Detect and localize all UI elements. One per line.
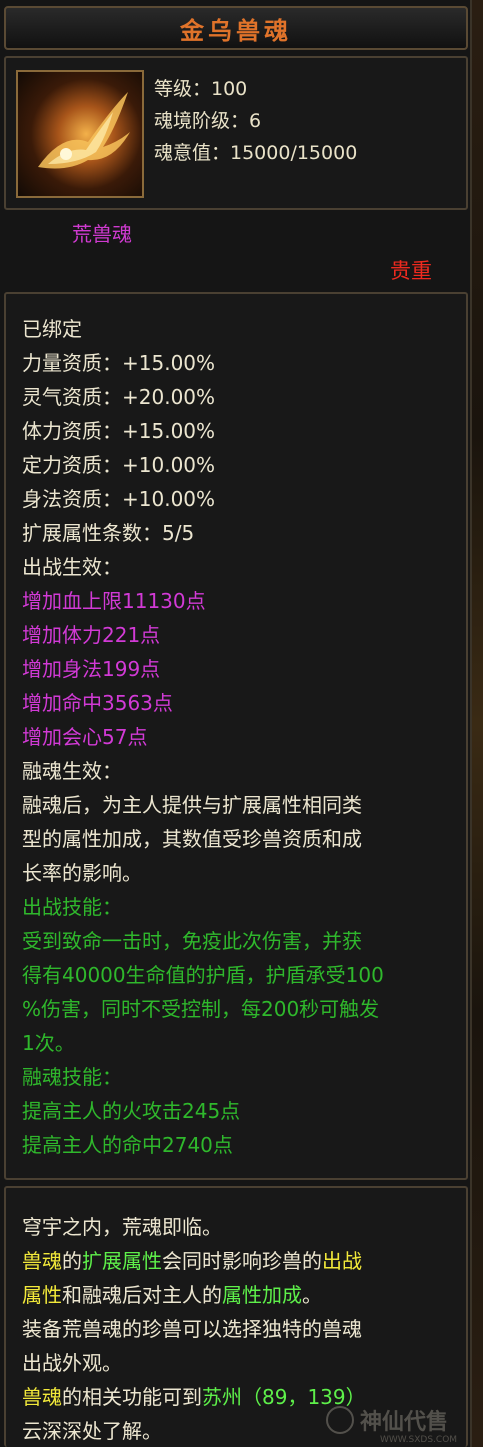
battle-skill-desc: 1次。 — [22, 1031, 75, 1055]
desc-line: 属性和融魂后对主人的属性加成。 — [22, 1280, 322, 1310]
watermark-text: 神仙代售 — [360, 1410, 449, 1435]
fuse-skill-line: 提高主人的火攻击245点 — [22, 1099, 241, 1123]
watermark-url: WWW.SXDS.COM — [380, 1435, 458, 1445]
desc-line: 兽魂的相关功能可到苏州（89，139） — [22, 1382, 366, 1412]
fuse-effect-desc: 型的属性加成，其数值受珍兽资质和成 — [22, 827, 362, 851]
level-text: 等级：100 — [154, 78, 248, 100]
strength-aptitude: 力量资质：+15.00% — [22, 351, 216, 375]
battle-skill-desc: 受到致命一击时，免疫此次伤害，并获 — [22, 929, 362, 953]
battle-effect-line: 增加会心57点 — [22, 725, 148, 749]
battle-effect-line: 增加体力221点 — [22, 623, 161, 647]
fuse-effect-desc: 融魂后，为主人提供与扩展属性相同类 — [22, 793, 362, 817]
title-bar: 金乌兽魂 — [4, 6, 468, 50]
desc-highlight: 属性 — [22, 1283, 62, 1307]
desc-line: 装备荒兽魂的珍兽可以选择独特的兽魂 — [22, 1317, 362, 1341]
battle-skill-desc: %伤害，同时不受控制，每200秒可触发 — [22, 997, 380, 1021]
desc-text: 的相关功能可到 — [62, 1385, 202, 1409]
soul-value-text: 魂意值：15000/15000 — [154, 142, 358, 164]
bound-status: 已绑定 — [22, 317, 82, 341]
desc-text: 的 — [62, 1249, 82, 1273]
battle-effect-title: 出战生效： — [22, 555, 122, 579]
item-header-panel: 等级：100 魂境阶级：6 魂意值：15000/15000 — [4, 56, 468, 210]
desc-text: 会同时影响珍兽的 — [162, 1249, 322, 1273]
desc-line: 云深深处了解。 — [22, 1419, 162, 1443]
extension-count: 扩展属性条数：5/5 — [22, 521, 195, 545]
battle-effect-line: 增加血上限11130点 — [22, 589, 206, 613]
desc-line: 兽魂的扩展属性会同时影响珍兽的出战 — [22, 1246, 362, 1276]
stamina-aptitude: 体力资质：+15.00% — [22, 419, 216, 443]
desc-line: 穹宇之内，荒魂即临。 — [22, 1215, 222, 1239]
desc-highlight: 兽魂 — [22, 1249, 62, 1273]
fuse-skill-line: 提高主人的命中2740点 — [22, 1133, 233, 1157]
golden-crow-icon — [16, 70, 144, 198]
fuse-effect-title: 融魂生效： — [22, 759, 122, 783]
desc-text: 。 — [302, 1283, 322, 1307]
desc-highlight: 兽魂 — [22, 1385, 62, 1409]
fuse-skill-title: 融魂技能： — [22, 1065, 122, 1089]
rarity-label: 贵重 — [390, 259, 432, 283]
watermark: 神仙代售 — [326, 1402, 476, 1438]
desc-highlight: 扩展属性 — [82, 1249, 162, 1273]
desc-line: 出战外观。 — [22, 1351, 122, 1375]
desc-highlight: 属性加成 — [222, 1283, 302, 1307]
battle-effect-line: 增加身法199点 — [22, 657, 161, 681]
battle-skill-desc: 得有40000生命值的护盾，护盾承受100 — [22, 963, 384, 987]
battle-effect-line: 增加命中3563点 — [22, 691, 173, 715]
soul-type-label: 荒兽魂 — [72, 222, 132, 246]
battle-skill-title: 出战技能： — [22, 895, 122, 919]
realm-tier-text: 魂境阶级：6 — [154, 110, 262, 132]
desc-highlight: 出战 — [322, 1249, 362, 1273]
agility-aptitude: 身法资质：+10.00% — [22, 487, 216, 511]
spirit-aptitude: 灵气资质：+20.00% — [22, 385, 216, 409]
background-edge — [472, 0, 483, 1447]
desc-text: 和融魂后对主人的 — [62, 1283, 222, 1307]
attributes-panel: 已绑定 力量资质：+15.00% 灵气资质：+20.00% 体力资质：+15.0… — [4, 292, 468, 1180]
focus-aptitude: 定力资质：+10.00% — [22, 453, 216, 477]
fuse-effect-desc: 长率的影响。 — [22, 861, 142, 885]
watermark-logo-icon — [326, 1406, 354, 1434]
item-title: 金乌兽魂 — [180, 16, 292, 45]
